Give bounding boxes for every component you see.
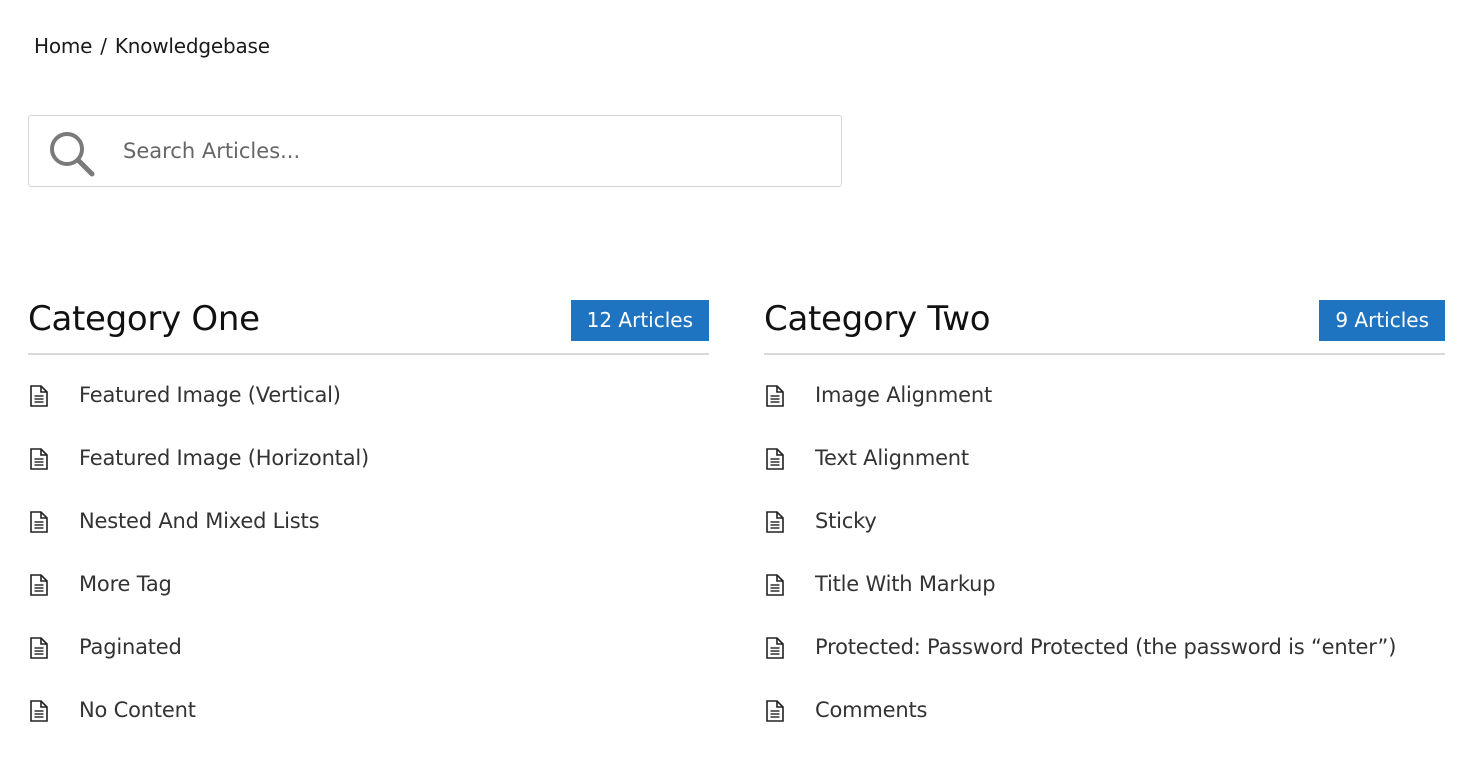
list-item: No Content	[28, 688, 709, 751]
document-icon	[766, 385, 784, 407]
article-link[interactable]: Comments	[815, 698, 927, 722]
article-link[interactable]: No Content	[79, 698, 196, 722]
article-count-badge[interactable]: 12 Articles	[570, 300, 709, 341]
document-icon	[30, 574, 48, 596]
document-icon	[30, 700, 48, 722]
document-icon	[766, 448, 784, 470]
search-icon[interactable]	[47, 130, 97, 178]
document-icon	[766, 511, 784, 533]
category-header: Category One 12 Articles	[28, 299, 709, 355]
search-input[interactable]	[123, 116, 823, 186]
article-link[interactable]: Title With Markup	[815, 572, 996, 596]
document-icon	[30, 637, 48, 659]
list-item: Nested And Mixed Lists	[28, 499, 709, 562]
list-item: Text Alignment	[764, 436, 1445, 499]
list-item: More Tag	[28, 562, 709, 625]
document-icon	[766, 637, 784, 659]
breadcrumb-home-link[interactable]: Home	[34, 34, 92, 58]
category-title[interactable]: Category One	[28, 299, 260, 339]
list-item: Image Alignment	[764, 373, 1445, 436]
breadcrumb-current: Knowledgebase	[114, 34, 270, 58]
list-item: Paginated	[28, 625, 709, 688]
document-icon	[766, 700, 784, 722]
document-icon	[30, 448, 48, 470]
category-one: Category One 12 Articles Featured Image …	[28, 299, 709, 751]
document-icon	[30, 511, 48, 533]
list-item: Featured Image (Vertical)	[28, 373, 709, 436]
document-icon	[30, 385, 48, 407]
list-item: Comments	[764, 688, 1445, 751]
category-two: Category Two 9 Articles Image Alignment …	[764, 299, 1445, 751]
article-link[interactable]: Sticky	[815, 509, 877, 533]
article-link[interactable]: Nested And Mixed Lists	[79, 509, 320, 533]
breadcrumb: Home / Knowledgebase	[34, 34, 270, 58]
list-item: Sticky	[764, 499, 1445, 562]
category-title[interactable]: Category Two	[764, 299, 991, 339]
category-header: Category Two 9 Articles	[764, 299, 1445, 355]
article-link[interactable]: Featured Image (Horizontal)	[79, 446, 369, 470]
article-count-badge[interactable]: 9 Articles	[1319, 300, 1445, 341]
article-list: Image Alignment Text Alignment Sticky Ti…	[764, 373, 1445, 751]
article-link[interactable]: Featured Image (Vertical)	[79, 383, 341, 407]
article-link[interactable]: Protected: Password Protected (the passw…	[815, 635, 1396, 659]
list-item: Featured Image (Horizontal)	[28, 436, 709, 499]
article-link[interactable]: Text Alignment	[815, 446, 969, 470]
list-item: Protected: Password Protected (the passw…	[764, 625, 1445, 688]
list-item: Title With Markup	[764, 562, 1445, 625]
article-link[interactable]: Paginated	[79, 635, 182, 659]
article-link[interactable]: Image Alignment	[815, 383, 992, 407]
search-box	[28, 115, 842, 187]
article-list: Featured Image (Vertical) Featured Image…	[28, 373, 709, 751]
breadcrumb-separator: /	[100, 34, 107, 58]
article-link[interactable]: More Tag	[79, 572, 172, 596]
document-icon	[766, 574, 784, 596]
